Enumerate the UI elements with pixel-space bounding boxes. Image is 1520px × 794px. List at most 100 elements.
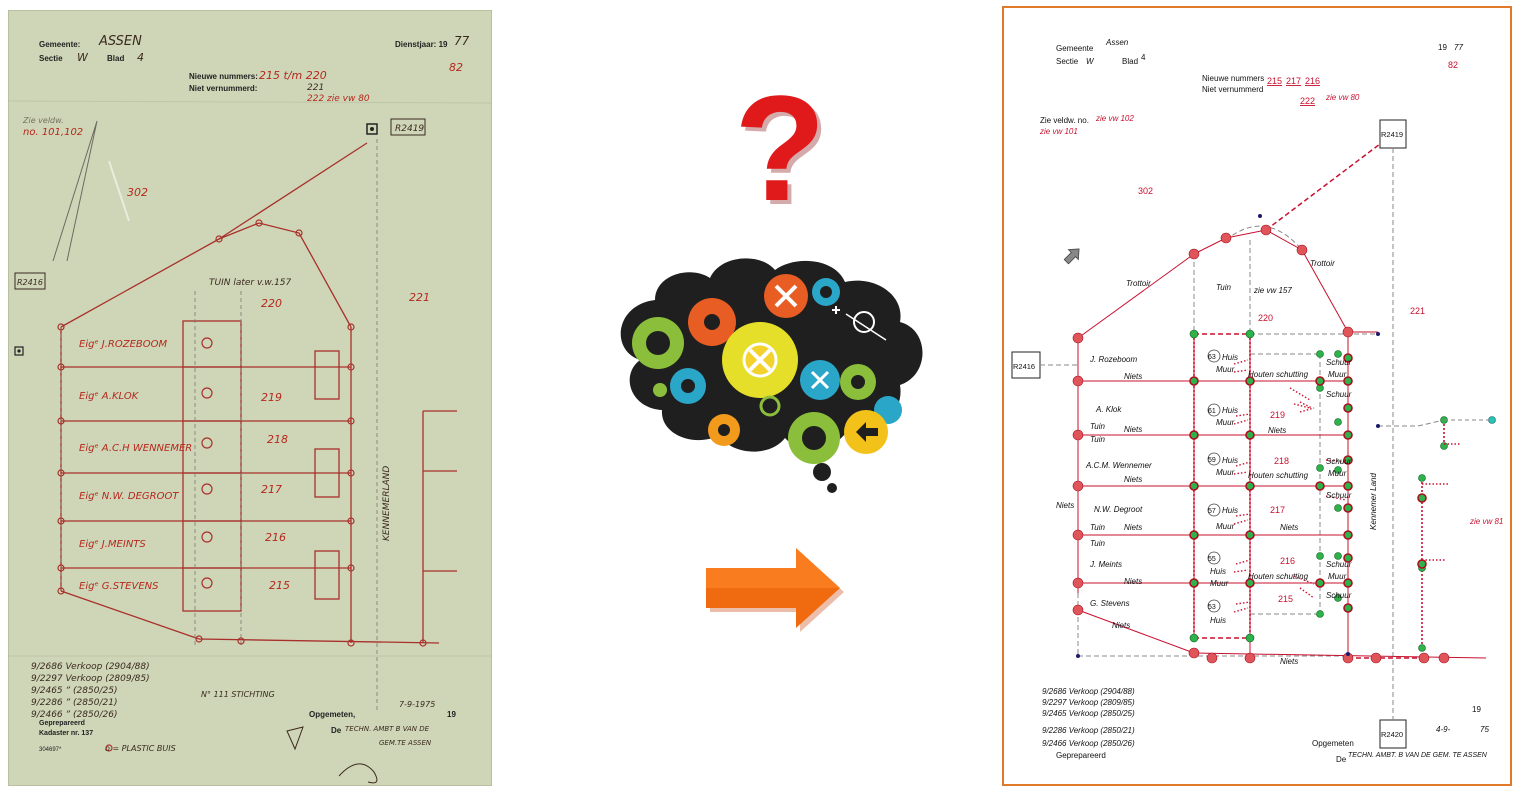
digitized-cadastral-map: Gemeente Assen Sectie W Blad 4 19 77 82 …	[1002, 6, 1512, 786]
map-huis-6: Huis	[1210, 616, 1226, 625]
scan-blad-value: 4	[137, 51, 144, 64]
scan-p220: 220	[261, 297, 282, 310]
map-verkoop-1: 9/2686 Verkoop (2904/88)	[1042, 687, 1135, 696]
map-house-61: 61	[1208, 408, 1216, 415]
scan-niet-value1: 221	[307, 83, 324, 93]
map-p216: 216	[1280, 556, 1295, 566]
scan-de-val2: GEM.TE ASSEN	[379, 739, 432, 747]
map-r2419: R2419	[1381, 130, 1403, 139]
map-muur-4: Muur	[1216, 522, 1235, 531]
scan-gemeente-value: ASSEN	[98, 34, 142, 49]
scan-p217: 217	[261, 483, 282, 496]
map-house-63: 63	[1208, 354, 1216, 361]
scan-dienstjaar-label: Dienstjaar: 19	[395, 40, 448, 49]
scan-stichting: N° 111 STICHTING	[201, 690, 275, 699]
scan-sectie-value: W	[77, 51, 89, 64]
arrow-right-icon	[706, 548, 844, 632]
map-p215: 215	[1278, 594, 1293, 604]
map-nieuwe-215: 215	[1267, 76, 1282, 86]
map-owner-1: J. Rozeboom	[1089, 355, 1137, 364]
map-gemeente-label: Gemeente	[1056, 44, 1094, 53]
scan-dienstjaar-extra: 82	[449, 61, 463, 74]
scan-niet-value2: 222 zie vw 80	[307, 94, 370, 104]
map-date-bottom: 4-9-	[1436, 725, 1451, 734]
map-schuur-2: Schuur	[1326, 390, 1352, 399]
map-huis-3: Huis	[1222, 456, 1238, 465]
map-techn: TECHN. AMBT. B VAN DE GEM. TE ASSEN	[1348, 752, 1488, 759]
map-muur-r5: Muur	[1328, 572, 1347, 581]
scan-de-val: TECHN. AMBT B VAN DE	[345, 725, 430, 733]
map-house-53: 53	[1208, 604, 1216, 611]
map-p218: 218	[1274, 456, 1289, 466]
map-muur-r3: Muur	[1328, 469, 1347, 478]
map-niets-8: Niets	[1268, 426, 1286, 435]
map-zie-vw157: zie vw 157	[1253, 286, 1292, 295]
map-schuur-3: Schuur	[1326, 457, 1352, 466]
map-owner-4: N.W. Degroot	[1094, 505, 1143, 514]
map-p220: 220	[1258, 313, 1273, 323]
map-p302: 302	[1138, 186, 1153, 196]
scan-plastic: o = PLASTIC BUIS	[105, 744, 176, 753]
map-gepr: Geprepareerd	[1056, 751, 1106, 760]
map-sectie-value: W	[1086, 57, 1095, 66]
scan-blad-label: Blad	[107, 54, 124, 63]
map-gemeente-value: Assen	[1105, 38, 1129, 47]
map-blad-value: 4	[1141, 53, 1146, 62]
scan-gemeente-label: Gemeente:	[39, 40, 80, 49]
scan-nieuwe-label: Nieuwe nummers:	[189, 72, 258, 81]
map-house-55: 55	[1208, 556, 1216, 563]
north-arrow-icon	[1063, 248, 1080, 265]
map-niet-label: Niet vernummerd	[1202, 85, 1263, 94]
map-opgemeten: Opgemeten	[1312, 739, 1354, 748]
scan-opgemeten: Opgemeten,	[309, 710, 355, 719]
map-schuur-5: Schuur	[1326, 560, 1352, 569]
scan-r2419: R2419	[395, 124, 424, 134]
transform-graphic: ? ?	[600, 60, 940, 660]
scan-owner-3: Eigᵉ A.C.H WENNEMER	[79, 443, 192, 454]
map-r2420: R2420	[1381, 730, 1403, 739]
scan-gepr: Geprepareerd	[39, 720, 85, 727]
map-zie-vw81: zie vw 81	[1469, 517, 1503, 526]
scan-bottom-code: 304697*	[39, 747, 62, 753]
map-niet-222: 222	[1300, 96, 1315, 106]
scan-p216: 216	[265, 531, 286, 544]
map-muur-3: Muur	[1216, 468, 1235, 477]
map-owner-6: G. Stevens	[1090, 599, 1130, 608]
map-huis-1: Huis	[1222, 353, 1238, 362]
map-verkoop-5: 9/2466 Verkoop (2850/26)	[1042, 739, 1135, 748]
scan-dienst-19: 19	[447, 710, 456, 719]
map-nieuwe-label: Nieuwe nummers	[1202, 74, 1264, 83]
map-tuin-row2b: Tuin	[1090, 435, 1106, 444]
map-niets-6: Niets	[1112, 621, 1130, 630]
scanned-field-sketch: Gemeente: ASSEN Sectie W Blad 4 Dienstja…	[8, 10, 492, 786]
map-kennemer-land: Kennemer Land	[1369, 473, 1378, 530]
map-schuur-6: Schuur	[1326, 591, 1352, 600]
map-schuur-4: Schuur	[1326, 491, 1352, 500]
map-zie-vw102: zie vw 102	[1095, 114, 1134, 123]
map-muur-1: Muur	[1216, 365, 1235, 374]
map-muur-r1: Muur	[1328, 370, 1347, 379]
scan-tuin-later: TUIN later v.w.157	[209, 278, 292, 288]
map-year-bottom: 19	[1472, 705, 1481, 714]
scan-p302: 302	[127, 186, 148, 199]
scan-sectie-label: Sectie	[39, 54, 63, 63]
map-de-label: De	[1336, 755, 1347, 764]
map-niets-5: Niets	[1124, 577, 1142, 586]
map-verkoop-4: 9/2286 Verkoop (2850/21)	[1042, 726, 1135, 735]
map-tuin-row4b: Tuin	[1090, 539, 1106, 548]
map-niets-10: Niets	[1280, 657, 1298, 666]
scan-de-label: De	[331, 726, 342, 735]
map-niets-4: Niets	[1124, 523, 1142, 532]
map-zie-vw101: zie vw 101	[1039, 127, 1078, 136]
map-house-59: 59	[1208, 457, 1216, 464]
map-houten-schutting-2: Houten schutting	[1248, 471, 1309, 480]
scan-verkoop-1: 9/2686 Verkoop (2904/88)	[31, 662, 150, 672]
map-trottoir-1: Trottoir	[1126, 279, 1151, 288]
question-mark-icon: ?	[734, 64, 826, 232]
map-p219: 219	[1270, 410, 1285, 420]
scan-niet-label: Niet vernummerd:	[189, 84, 257, 93]
scan-owner-1: Eigᵉ J.ROZEBOOM	[79, 339, 168, 350]
scan-verkoop-3: 9/2465 ” (2850/25)	[31, 686, 117, 696]
scan-verkoop-4: 9/2286 ” (2850/21)	[31, 698, 117, 708]
map-houten-schutting-1: Houten schutting	[1248, 370, 1309, 379]
